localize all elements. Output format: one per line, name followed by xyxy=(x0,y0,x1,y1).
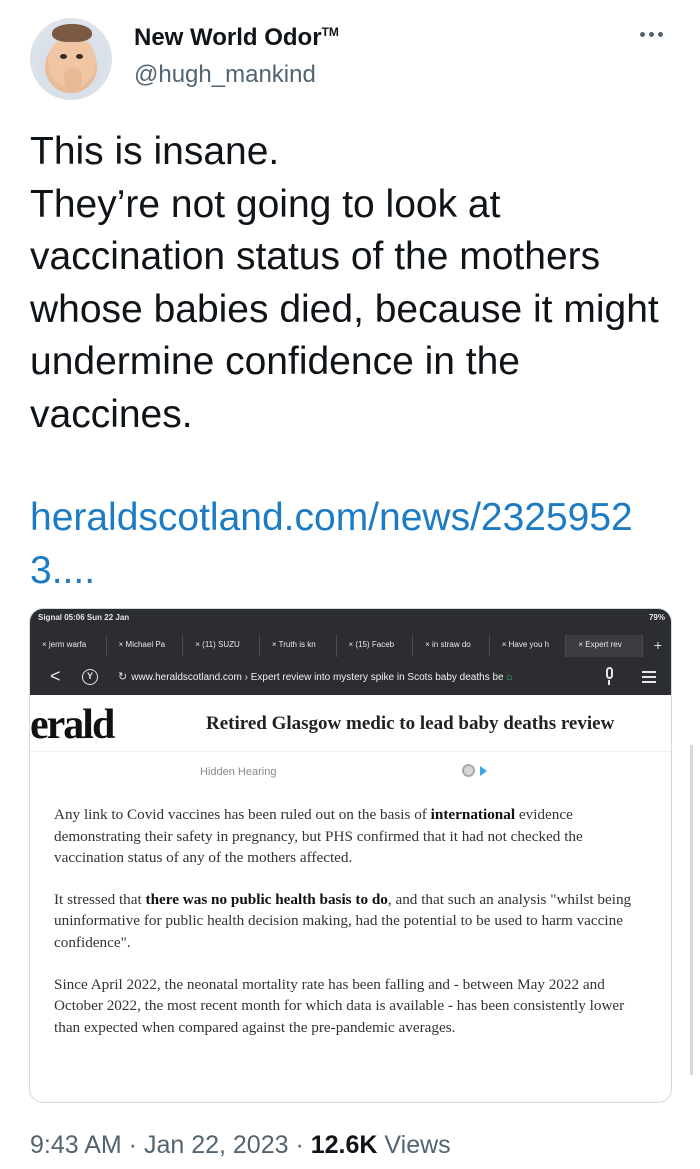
avatar-eye xyxy=(76,54,83,59)
article-paragraph: It stressed that there was no public hea… xyxy=(54,890,632,951)
browser-tabs: × jerm warfa × Michael Pa × (11) SUZU × … xyxy=(30,635,671,657)
article-headline: Retired Glasgow medic to lead baby death… xyxy=(206,713,615,734)
views-label: Views xyxy=(384,1131,451,1159)
herald-logo: erald xyxy=(30,702,115,748)
scroll-indicator xyxy=(690,745,693,1075)
browser-tab: × jerm warfa xyxy=(30,635,107,657)
article-area: Hidden Hearing Any link to Covid vaccine… xyxy=(30,751,671,1102)
tweet-meta: 9:43 AM · Jan 22, 2023 · 12.6K Views xyxy=(30,1131,451,1160)
display-name-text[interactable]: New World Odor xyxy=(134,24,322,51)
browser-tab: × in straw do xyxy=(413,635,490,657)
browser-chrome: Signal 05:06 Sun 22 Jan 79% × jerm warfa… xyxy=(30,609,671,695)
tweet-time[interactable]: 9:43 AM xyxy=(30,1131,122,1159)
tweet-text: This is insane. They’re not going to loo… xyxy=(30,130,659,436)
new-tab-icon: + xyxy=(653,637,663,653)
address-bar: ↻ www.heraldscotland.com › Expert review … xyxy=(118,665,584,689)
browser-tab: × (15) Faceb xyxy=(337,635,414,657)
ad-choices-icon xyxy=(462,764,487,777)
more-options-icon[interactable] xyxy=(640,26,670,42)
browser-tab-active: × Expert rev xyxy=(566,635,643,657)
browser-tab: × Have you h xyxy=(490,635,567,657)
status-bar: Signal 05:06 Sun 22 Jan 79% xyxy=(30,609,671,627)
article-paragraph: Since April 2022, the neonatal mortality… xyxy=(54,975,625,1036)
tweet-link[interactable]: heraldscotland.com/news/23259523.... xyxy=(30,492,680,597)
tweet-date[interactable]: Jan 22, 2023 xyxy=(144,1131,289,1159)
meta-separator: · xyxy=(288,1131,311,1159)
browser-tab: × Michael Pa xyxy=(107,635,184,657)
ad-label: Hidden Hearing xyxy=(200,766,277,778)
y-button-icon: Y xyxy=(82,669,98,685)
url-text: www.heraldscotland.com › Expert review i… xyxy=(131,672,504,683)
browser-tab: × (11) SUZU xyxy=(183,635,260,657)
attached-image[interactable]: Signal 05:06 Sun 22 Jan 79% × jerm warfa… xyxy=(29,608,672,1103)
lock-icon: ⌂ xyxy=(506,672,513,683)
battery-status: 79% xyxy=(648,613,665,622)
reload-icon: ↻ xyxy=(118,671,128,683)
avatar[interactable] xyxy=(30,18,112,100)
views-count: 12.6K xyxy=(310,1131,378,1159)
status-left: Signal 05:06 Sun 22 Jan xyxy=(38,613,130,622)
user-handle[interactable]: @hugh_mankind xyxy=(134,61,316,89)
avatar-hand xyxy=(64,68,82,90)
avatar-eye xyxy=(60,54,67,59)
browser-tab: × Truth is kn xyxy=(260,635,337,657)
back-icon: < xyxy=(50,666,61,686)
menu-icon xyxy=(642,671,656,683)
article-body: Any link to Covid vaccines has been rule… xyxy=(54,804,650,1058)
article-paragraph: Any link to Covid vaccines has been rule… xyxy=(54,806,583,867)
microphone-icon xyxy=(604,667,614,685)
meta-separator: · xyxy=(121,1131,144,1159)
tweet-header: New World OdorTM @hugh_mankind xyxy=(0,0,700,120)
url-row: < Y ↻ www.heraldscotland.com › Expert rev… xyxy=(30,663,671,693)
trademark-mark: TM xyxy=(321,25,339,39)
display-name[interactable]: New World OdorTM xyxy=(134,24,339,52)
avatar-hair xyxy=(52,24,92,42)
